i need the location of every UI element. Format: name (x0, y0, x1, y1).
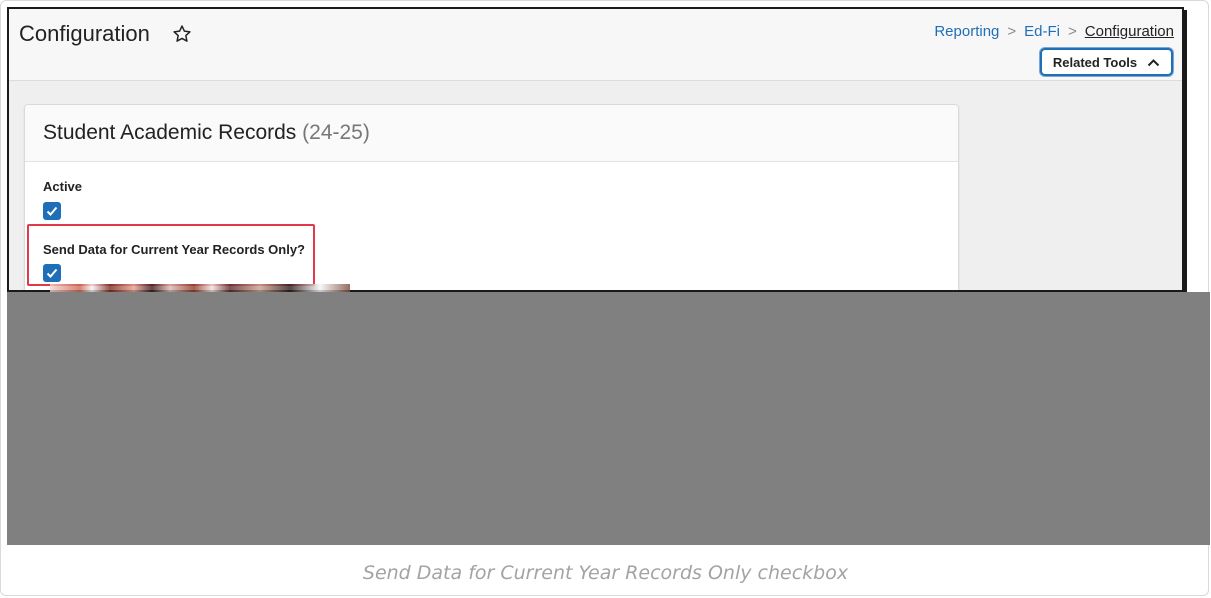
active-label: Active (43, 179, 83, 194)
related-tools-label: Related Tools (1052, 54, 1138, 70)
star-outline-icon[interactable] (172, 24, 192, 44)
card-header: Student Academic Records (24-25) (25, 105, 958, 162)
related-tools-button[interactable]: Related Tools (1040, 48, 1173, 76)
breadcrumb: Reporting > Ed-Fi > Configuration (934, 23, 1174, 40)
breadcrumb-configuration: Configuration (1084, 23, 1174, 40)
breadcrumb-reporting[interactable]: Reporting (934, 23, 999, 40)
card-title: Student Academic Records (24-25) (43, 121, 370, 145)
highlight-box (27, 224, 315, 286)
chevron-up-icon (1147, 55, 1160, 70)
checkmark-icon (46, 206, 58, 216)
page-header: Configuration Reporting > Ed-Fi > Configurat… (9, 9, 1182, 81)
page-title: Configuration (19, 21, 150, 46)
breadcrumb-separator: > (1068, 23, 1077, 40)
card-title-text: Student Academic Records (43, 121, 297, 144)
card-year: (24-25) (302, 121, 370, 144)
image-caption: Send Data for Current Year Records Only … (362, 562, 849, 584)
breadcrumb-ed-fi[interactable]: Ed-Fi (1024, 23, 1060, 40)
breadcrumb-separator: > (1007, 23, 1017, 40)
redacted-area (7, 292, 1210, 545)
active-checkbox[interactable] (43, 202, 61, 220)
